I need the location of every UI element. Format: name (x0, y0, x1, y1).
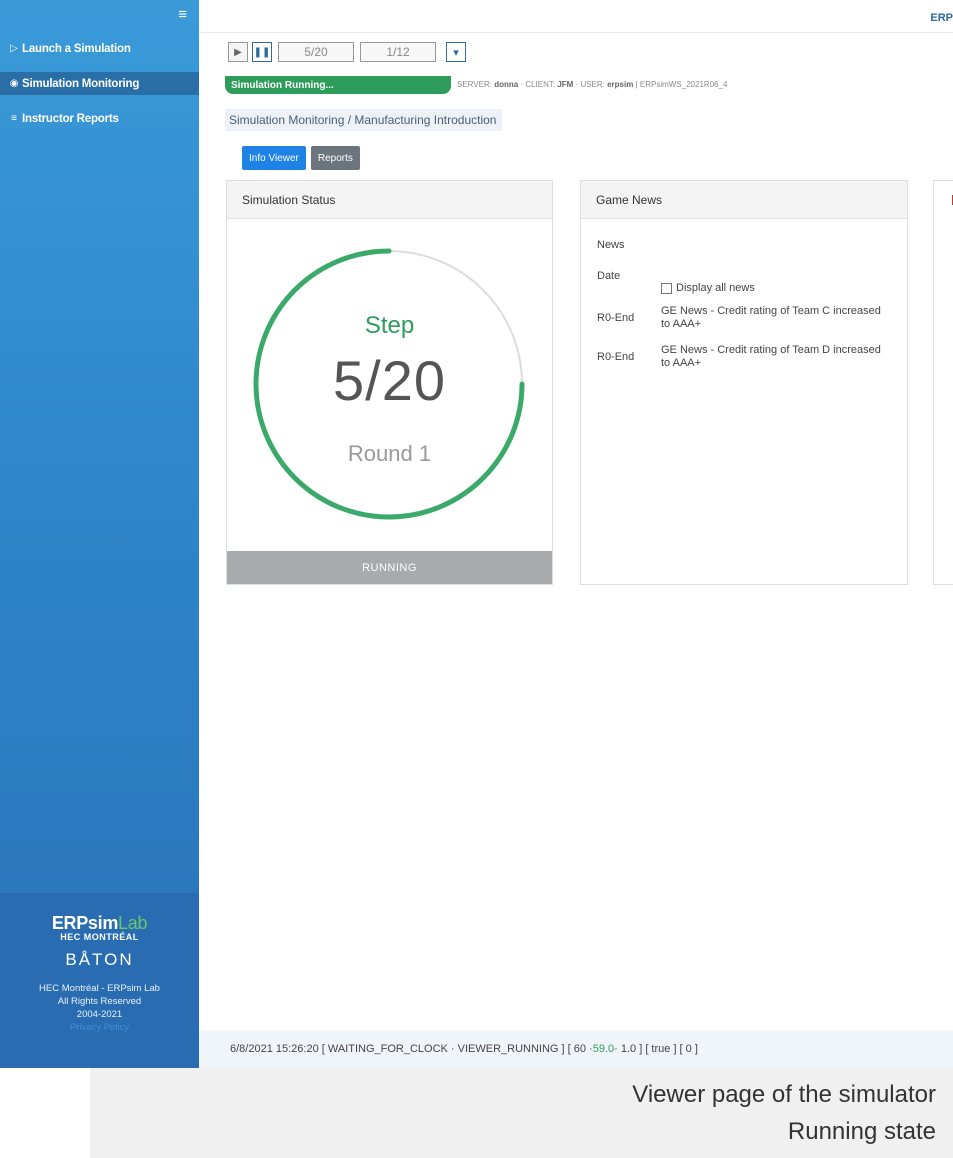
date-label: Date (597, 270, 621, 282)
copyright-line: HEC Montréal - ERPsim Lab (39, 983, 160, 994)
eye-icon: ◉ (9, 78, 19, 89)
news-label: News (597, 239, 625, 251)
game-news-panel: Game News News Date Display all news R0-… (580, 180, 908, 585)
news-item-text: GE News - Credit rating of Team D increa… (661, 344, 881, 369)
info-viewer-button[interactable]: Info Viewer (242, 146, 306, 170)
sidebar-item-label: Launch a Simulation (22, 42, 131, 55)
step-label: Step (364, 312, 415, 339)
breadcrumb[interactable]: Simulation Monitoring / Manufacturing In… (225, 109, 503, 131)
status-footer: 6/8/2021 15:26:20 [ WAITING_FOR_CLOCK · … (199, 1030, 953, 1068)
news-item-text: GE News - Credit rating of Team C increa… (661, 305, 881, 330)
user-prefix: · USER: (573, 80, 608, 89)
step-value: 5/20 (333, 349, 446, 412)
top-bar: ERP (199, 0, 953, 33)
sidebar-item-label: Simulation Monitoring (22, 77, 140, 90)
third-panel-partial (933, 180, 953, 585)
step-gauge: Step 5/20 Round 1 (227, 219, 552, 552)
display-all-label: Display all news (676, 282, 755, 294)
simulation-controls: ▶ ❚❚ 5/20 1/12 ▾ (228, 42, 466, 62)
caption-line: Running state (787, 1118, 936, 1145)
chevron-down-icon: ▾ (453, 46, 459, 59)
running-status-bar: RUNNING (227, 551, 552, 584)
hamburger-icon[interactable]: ≡ (178, 6, 187, 23)
news-date: R0-End (597, 312, 635, 324)
client-name: JFM (557, 80, 574, 89)
sidebar-item-simulation-monitoring[interactable]: ◉ Simulation Monitoring (0, 72, 199, 95)
sidebar: ≡ ▷ Launch a Simulation ◉ Simulation Mon… (0, 0, 199, 1068)
sidebar-nav: ▷ Launch a Simulation ◉ Simulation Monit… (0, 37, 199, 142)
pause-icon: ❚❚ (253, 46, 271, 58)
footer-status-clock: 59.0 (592, 1043, 615, 1055)
footer-status-suffix: · 1.0 ] [ true ] [ 0 ] (614, 1043, 698, 1055)
logo-erpsim-text: ERPsim (51, 913, 119, 933)
view-tabs: Info Viewer Reports (242, 146, 360, 170)
reports-button[interactable]: Reports (310, 146, 360, 170)
copyright-line: All Rights Reserved (57, 996, 142, 1007)
display-all-checkbox[interactable] (661, 282, 672, 294)
round-label: Round 1 (347, 441, 432, 466)
session-id: | ERPsimWS_2021R06_4 (633, 80, 728, 89)
app-title: ERP (930, 12, 953, 24)
server-info: SERVER: donna · CLIENT: JFM · USER: erps… (457, 80, 727, 89)
privacy-policy-link[interactable]: Privacy Policy (0, 1021, 199, 1034)
copyright: HEC Montréal - ERPsim Lab All Rights Res… (0, 982, 199, 1034)
news-date: R0-End (597, 351, 635, 363)
dropdown-button[interactable]: ▾ (446, 42, 466, 62)
erpsim-logo: ERPsimLab (0, 913, 199, 934)
round-field[interactable]: 1/12 (360, 42, 436, 62)
step-field[interactable]: 5/20 (278, 42, 354, 62)
display-all-news-toggle[interactable]: Display all news (661, 282, 755, 294)
play-circle-icon: ▷ (10, 43, 18, 54)
copyright-line: 2004-2021 (76, 1009, 123, 1020)
panel-title: Simulation Status (227, 181, 552, 219)
caption-area: Viewer page of the simulator Running sta… (90, 1068, 953, 1158)
simulation-running-badge: Simulation Running... (225, 76, 451, 94)
play-button[interactable]: ▶ (228, 42, 248, 62)
footer-status-prefix: 6/8/2021 15:26:20 [ WAITING_FOR_CLOCK · … (230, 1043, 593, 1055)
logo-lab-text: Lab (118, 913, 148, 933)
panel-title: Game News (581, 181, 907, 219)
simulation-status-panel: Simulation Status Step 5/20 Round 1 RUNN… (226, 180, 553, 585)
client-prefix: · CLIENT: (518, 80, 558, 89)
sidebar-footer: ERPsimLab HEC MONTRÉAL BÅTON HEC Montréa… (0, 893, 199, 1068)
pause-button[interactable]: ❚❚ (252, 42, 272, 62)
caption-line: Viewer page of the simulator (632, 1081, 936, 1108)
server-name: donna (494, 80, 519, 89)
baton-logo: BÅTON (65, 950, 134, 969)
report-icon: ≡ (11, 113, 17, 124)
user-name: erpsim (607, 80, 634, 89)
hec-logo: HEC MONTRÉAL (60, 932, 139, 942)
server-prefix: SERVER: (457, 80, 495, 89)
sidebar-item-instructor-reports[interactable]: ≡ Instructor Reports (0, 107, 199, 130)
sidebar-item-launch-simulation[interactable]: ▷ Launch a Simulation (0, 37, 199, 60)
play-icon: ▶ (234, 46, 242, 58)
sidebar-item-label: Instructor Reports (22, 112, 119, 125)
